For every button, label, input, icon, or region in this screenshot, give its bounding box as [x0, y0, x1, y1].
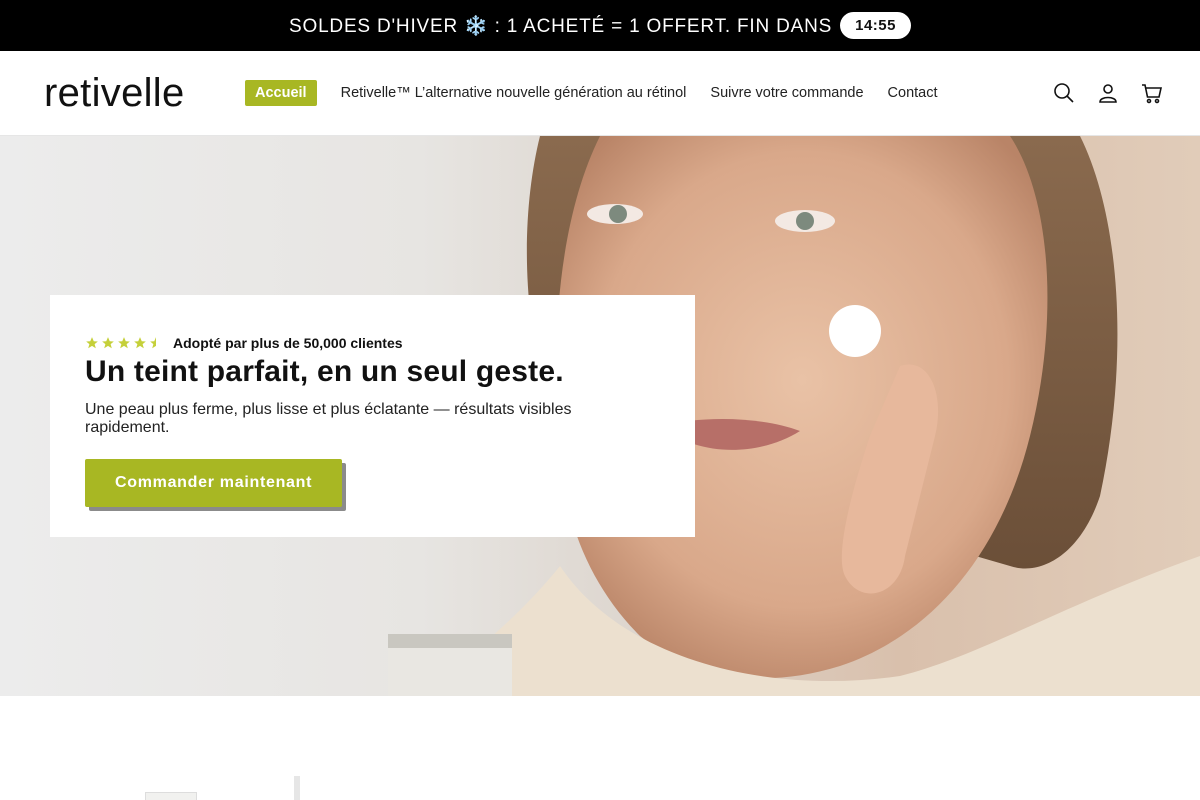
- announcement-text: SOLDES D'HIVER ❄️ : 1 ACHETÉ = 1 OFFERT.…: [289, 15, 833, 37]
- nav-item-accueil[interactable]: Accueil: [245, 80, 317, 106]
- hero-subline: Une peau plus ferme, plus lisse et plus …: [85, 401, 572, 436]
- star-icon: [102, 337, 114, 349]
- hero-headline: Un teint parfait, en un seul geste.: [85, 355, 564, 388]
- header-icons: [1052, 81, 1164, 105]
- rating-text: Adopté par plus de 50,000 clientes: [173, 335, 403, 351]
- nav-item-retivelle[interactable]: Retivelle™ L’alternative nouvelle généra…: [341, 85, 687, 101]
- rating-row: Adopté par plus de 50,000 clientes: [85, 335, 660, 351]
- nav-item-contact[interactable]: Contact: [888, 85, 938, 101]
- nav-item-suivre-commande[interactable]: Suivre votre commande: [710, 85, 863, 101]
- product-image-edge: [294, 776, 300, 800]
- main-nav: Accueil Retivelle™ L’alternative nouvell…: [245, 80, 962, 106]
- logo[interactable]: retivelle: [44, 71, 185, 115]
- half-star-icon: [150, 337, 156, 349]
- order-now-button[interactable]: Commander maintenant: [85, 459, 343, 507]
- cart-icon[interactable]: [1140, 81, 1164, 105]
- star-rating: [85, 336, 163, 350]
- star-icon: [118, 337, 130, 349]
- hero-banner: Adopté par plus de 50,000 clientes Un te…: [0, 136, 1200, 696]
- product-section: [0, 696, 1200, 800]
- star-icon: [134, 337, 146, 349]
- star-icon: [86, 337, 98, 349]
- announcement-bar: SOLDES D'HIVER ❄️ : 1 ACHETÉ = 1 OFFERT.…: [0, 0, 1200, 51]
- hero-card: Adopté par plus de 50,000 clientes Un te…: [50, 295, 695, 537]
- search-icon[interactable]: [1052, 81, 1076, 105]
- countdown-timer: 14:55: [840, 12, 911, 39]
- site-header: retivelle Accueil Retivelle™ L’alternati…: [0, 51, 1200, 136]
- product-image: [145, 792, 197, 800]
- account-icon[interactable]: [1096, 81, 1120, 105]
